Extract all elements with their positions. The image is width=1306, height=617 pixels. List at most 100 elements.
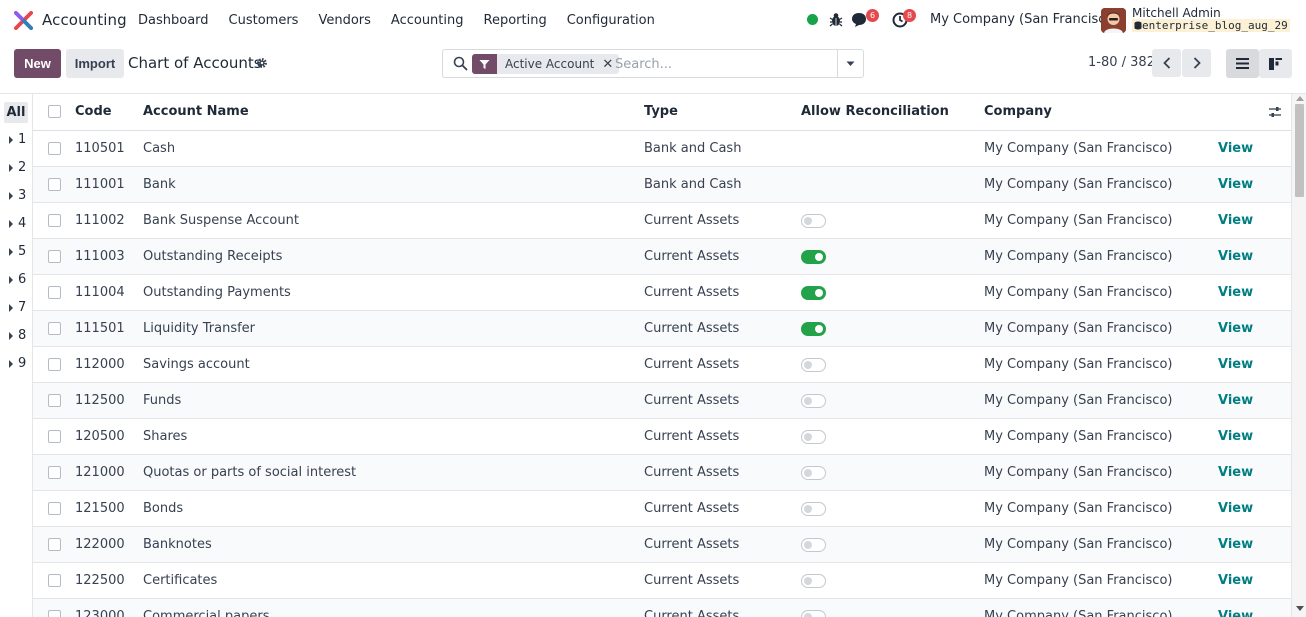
import-button[interactable]: Import xyxy=(66,49,124,78)
row-checkbox[interactable] xyxy=(48,502,61,515)
sidepanel-item-group-7[interactable]: 7 xyxy=(9,300,26,315)
pager-previous-button[interactable] xyxy=(1152,49,1181,77)
scroll-up-arrow-icon[interactable] xyxy=(1296,96,1304,101)
row-checkbox[interactable] xyxy=(48,430,61,443)
select-all-checkbox[interactable] xyxy=(48,105,61,118)
table-row[interactable]: 110501 Cash Bank and Cash My Company (San F… xyxy=(33,131,1291,167)
user-avatar[interactable] xyxy=(1101,8,1126,33)
allow-reconciliation-toggle[interactable] xyxy=(801,358,826,372)
optional-columns-sliders-icon[interactable] xyxy=(1268,105,1282,119)
row-checkbox[interactable] xyxy=(48,574,61,587)
app-name[interactable]: Accounting xyxy=(42,11,127,29)
view-link[interactable]: View xyxy=(1218,321,1253,336)
view-link[interactable]: View xyxy=(1218,249,1253,264)
column-header-account-name[interactable]: Account Name xyxy=(143,104,249,119)
sidepanel-item-group-4[interactable]: 4 xyxy=(9,216,26,231)
view-link[interactable]: View xyxy=(1218,357,1253,372)
allow-reconciliation-toggle[interactable] xyxy=(801,286,826,300)
row-checkbox[interactable] xyxy=(48,142,61,155)
sidepanel-item-group-8[interactable]: 8 xyxy=(9,328,26,343)
row-checkbox[interactable] xyxy=(48,250,61,263)
row-checkbox[interactable] xyxy=(48,322,61,335)
allow-reconciliation-toggle[interactable] xyxy=(801,214,826,228)
table-row[interactable]: 111501 Liquidity Transfer Current Assets My… xyxy=(33,311,1291,347)
online-status-icon[interactable] xyxy=(807,14,818,25)
allow-reconciliation-toggle[interactable] xyxy=(801,430,826,444)
row-checkbox[interactable] xyxy=(48,358,61,371)
view-link[interactable]: View xyxy=(1218,285,1253,300)
sidepanel-item-group-9[interactable]: 9 xyxy=(9,356,26,371)
view-link[interactable]: View xyxy=(1218,501,1253,516)
allow-reconciliation-toggle[interactable] xyxy=(801,466,826,480)
table-row[interactable]: 112000 Savings account Current Assets My Co… xyxy=(33,347,1291,383)
table-row[interactable]: 120500 Shares Current Assets My Company (Sa… xyxy=(33,419,1291,455)
sidepanel-item-group-5[interactable]: 5 xyxy=(9,244,26,259)
row-checkbox[interactable] xyxy=(48,214,61,227)
row-checkbox[interactable] xyxy=(48,394,61,407)
row-checkbox[interactable] xyxy=(48,286,61,299)
sidepanel-item-group-1[interactable]: 1 xyxy=(9,132,26,147)
view-link[interactable]: View xyxy=(1218,465,1253,480)
column-header-code[interactable]: Code xyxy=(75,104,112,119)
table-row[interactable]: 111003 Outstanding Receipts Current Assets… xyxy=(33,239,1291,275)
column-header-company[interactable]: Company xyxy=(984,104,1052,119)
scrollbar-thumb[interactable] xyxy=(1295,104,1304,197)
view-link[interactable]: View xyxy=(1218,429,1253,444)
pager-next-button[interactable] xyxy=(1182,49,1211,77)
table-row[interactable]: 121000 Quotas or parts of social interest… xyxy=(33,455,1291,491)
search-options-toggle[interactable] xyxy=(837,49,864,78)
sidepanel-item-group-6[interactable]: 6 xyxy=(9,272,26,287)
row-checkbox[interactable] xyxy=(48,610,61,617)
menu-item-reporting[interactable]: Reporting xyxy=(484,13,547,28)
allow-reconciliation-toggle[interactable] xyxy=(801,538,826,552)
table-row[interactable]: 111001 Bank Bank and Cash My Company (San F… xyxy=(33,167,1291,203)
table-row[interactable]: 111002 Bank Suspense Account Current Asset… xyxy=(33,203,1291,239)
scroll-down-arrow-icon[interactable] xyxy=(1296,606,1304,611)
kanban-view-button[interactable] xyxy=(1259,49,1292,78)
table-row[interactable]: 123000 Commercial papers Current Assets My … xyxy=(33,599,1291,617)
table-row[interactable]: 112500 Funds Current Assets My Company (San… xyxy=(33,383,1291,419)
new-button[interactable]: New xyxy=(14,49,61,78)
search-icon[interactable] xyxy=(453,56,468,71)
table-row[interactable]: 122000 Banknotes Current Assets My Company … xyxy=(33,527,1291,563)
allow-reconciliation-toggle[interactable] xyxy=(801,574,826,588)
view-link[interactable]: View xyxy=(1218,393,1253,408)
row-checkbox[interactable] xyxy=(48,466,61,479)
allow-reconciliation-toggle[interactable] xyxy=(801,322,826,336)
caret-right-icon xyxy=(9,275,13,284)
table-row[interactable]: 121500 Bonds Current Assets My Company (San… xyxy=(33,491,1291,527)
company-switcher[interactable]: My Company (San Francisco) xyxy=(930,12,1118,27)
row-checkbox[interactable] xyxy=(48,538,61,551)
column-header-type[interactable]: Type xyxy=(644,104,678,119)
user-name[interactable]: Mitchell Admin xyxy=(1132,6,1221,20)
view-link[interactable]: View xyxy=(1218,177,1253,192)
view-link[interactable]: View xyxy=(1218,537,1253,552)
menu-item-accounting[interactable]: Accounting xyxy=(391,13,464,28)
sidepanel-item-group-3[interactable]: 3 xyxy=(9,188,26,203)
debug-bug-icon[interactable] xyxy=(829,12,843,27)
row-checkbox[interactable] xyxy=(48,178,61,191)
sidepanel-item-group-2[interactable]: 2 xyxy=(9,160,26,175)
allow-reconciliation-toggle[interactable] xyxy=(801,394,826,408)
table-row[interactable]: 122500 Certificates Current Assets My Compa… xyxy=(33,563,1291,599)
allow-reconciliation-toggle[interactable] xyxy=(801,502,826,516)
list-view-button[interactable] xyxy=(1226,49,1259,78)
view-link[interactable]: View xyxy=(1218,609,1253,617)
view-link[interactable]: View xyxy=(1218,213,1253,228)
gear-icon[interactable] xyxy=(256,57,268,69)
view-link[interactable]: View xyxy=(1218,573,1253,588)
view-link[interactable]: View xyxy=(1218,141,1253,156)
allow-reconciliation-toggle[interactable] xyxy=(801,610,826,617)
table-row[interactable]: 111004 Outstanding Payments Current Assets… xyxy=(33,275,1291,311)
menu-item-dashboard[interactable]: Dashboard xyxy=(138,13,209,28)
accounting-app-icon[interactable] xyxy=(14,11,33,30)
pager-value[interactable]: 1-80 / 382 xyxy=(1088,55,1155,70)
vertical-scrollbar[interactable] xyxy=(1291,94,1306,617)
menu-item-vendors[interactable]: Vendors xyxy=(318,13,370,28)
allow-reconciliation-toggle[interactable] xyxy=(801,250,826,264)
search-input[interactable] xyxy=(615,54,833,74)
menu-item-customers[interactable]: Customers xyxy=(229,13,299,28)
sidepanel-item-all[interactable]: All xyxy=(4,102,28,123)
menu-item-configuration[interactable]: Configuration xyxy=(567,13,655,28)
column-header-allow-reconciliation[interactable]: Allow Reconciliation xyxy=(801,104,949,119)
